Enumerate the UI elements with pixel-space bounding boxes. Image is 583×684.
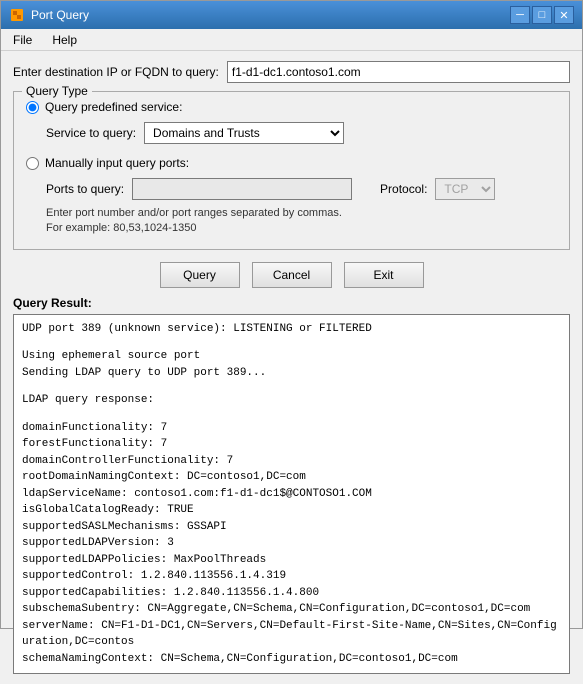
- result-line: supportedLDAPVersion: 3: [22, 535, 561, 552]
- destination-label: Enter destination IP or FQDN to query:: [13, 65, 219, 79]
- result-line: rootDomainNamingContext: DC=contoso1,DC=…: [22, 469, 561, 486]
- service-row: Service to query: Domains and Trusts: [46, 122, 557, 144]
- result-line: supportedControl: 1.2.840.113556.1.4.319: [22, 568, 561, 585]
- result-line: forestFunctionality: 7: [22, 436, 561, 453]
- result-line: ldapServiceName: contoso1.com:f1-d1-dc1$…: [22, 486, 561, 503]
- destination-row: Enter destination IP or FQDN to query:: [13, 61, 570, 83]
- predefined-radio[interactable]: [26, 101, 39, 114]
- minimize-button[interactable]: ─: [510, 6, 530, 24]
- main-content: Enter destination IP or FQDN to query: Q…: [1, 51, 582, 684]
- results-box[interactable]: UDP port 389 (unknown service): LISTENIN…: [13, 314, 570, 675]
- destination-input[interactable]: [227, 61, 570, 83]
- result-line: LDAP query response:: [22, 392, 561, 409]
- ports-label: Ports to query:: [46, 182, 124, 196]
- main-window: Port Query ─ □ ✕ File Help Enter destina…: [0, 0, 583, 629]
- result-line: domainControllerFunctionality: 7: [22, 453, 561, 470]
- hint-line2: For example: 80,53,1024-1350: [46, 222, 196, 234]
- hint-line1: Enter port number and/or port ranges sep…: [46, 207, 342, 219]
- result-line: Using ephemeral source port: [22, 348, 561, 365]
- manual-radio[interactable]: [26, 157, 39, 170]
- result-line: supportedSASLMechanisms: GSSAPI: [22, 519, 561, 536]
- protocol-select[interactable]: TCP UDP: [435, 178, 495, 200]
- help-menu[interactable]: Help: [44, 31, 85, 49]
- close-button[interactable]: ✕: [554, 6, 574, 24]
- query-type-group: Query Type Query predefined service: Ser…: [13, 91, 570, 250]
- hint-text: Enter port number and/or port ranges sep…: [46, 206, 557, 237]
- result-line: supportedLDAPPolicies: MaxPoolThreads: [22, 552, 561, 569]
- service-label: Service to query:: [46, 126, 136, 140]
- protocol-label: Protocol:: [380, 182, 427, 196]
- title-bar-left: Port Query: [9, 7, 89, 23]
- title-bar: Port Query ─ □ ✕: [1, 1, 582, 29]
- result-line: Sending LDAP query to UDP port 389...: [22, 365, 561, 382]
- result-line: isGlobalCatalogReady: TRUE: [22, 502, 561, 519]
- results-label: Query Result:: [13, 296, 570, 310]
- result-line: UDP port 389 (unknown service): LISTENIN…: [22, 321, 561, 338]
- predefined-radio-label[interactable]: Query predefined service:: [45, 100, 182, 114]
- button-row: Query Cancel Exit: [13, 262, 570, 288]
- menu-bar: File Help: [1, 29, 582, 51]
- ports-input[interactable]: [132, 178, 352, 200]
- title-bar-buttons: ─ □ ✕: [510, 6, 574, 24]
- cancel-button[interactable]: Cancel: [252, 262, 332, 288]
- manual-radio-row: Manually input query ports:: [26, 156, 557, 170]
- exit-button[interactable]: Exit: [344, 262, 424, 288]
- service-select[interactable]: Domains and Trusts: [144, 122, 344, 144]
- result-line: serverName: CN=F1-D1-DC1,CN=Servers,CN=D…: [22, 618, 561, 651]
- query-type-legend: Query Type: [22, 84, 92, 98]
- result-line: schemaNamingContext: CN=Schema,CN=Config…: [22, 651, 561, 668]
- maximize-button[interactable]: □: [532, 6, 552, 24]
- result-line: supportedCapabilities: 1.2.840.113556.1.…: [22, 585, 561, 602]
- result-line: domainFunctionality: 7: [22, 420, 561, 437]
- window-title: Port Query: [31, 8, 89, 22]
- query-button[interactable]: Query: [160, 262, 240, 288]
- ports-row: Ports to query: Protocol: TCP UDP: [46, 178, 557, 200]
- predefined-radio-row: Query predefined service:: [26, 100, 557, 114]
- result-line: subschemaSubentry: CN=Aggregate,CN=Schem…: [22, 601, 561, 618]
- manual-radio-label[interactable]: Manually input query ports:: [45, 156, 189, 170]
- app-icon: [9, 7, 25, 23]
- file-menu[interactable]: File: [5, 31, 40, 49]
- results-section: Query Result: UDP port 389 (unknown serv…: [13, 296, 570, 675]
